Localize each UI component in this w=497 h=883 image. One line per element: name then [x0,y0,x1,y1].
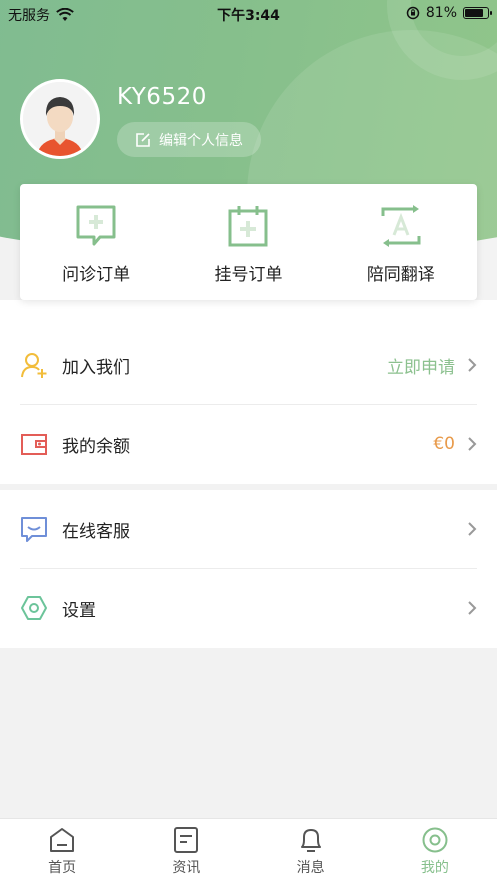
menu-item-join[interactable]: 加入我们 立即申请 [20,326,477,404]
tab-messages[interactable]: 消息 [249,819,373,883]
registration-order-icon [228,206,268,247]
avatar[interactable] [20,79,100,159]
tab-home[interactable]: 首页 [0,819,124,883]
translation-icon [381,205,421,247]
edit-profile-label: 编辑个人信息 [159,132,243,149]
balance-value: €0 [433,434,455,454]
home-icon [50,828,75,852]
user-add-icon [20,351,48,379]
menu-section-1: 加入我们 立即申请 我的余额 €0 [0,330,497,484]
menu-section-2: 在线客服 设置 [0,490,497,648]
chevron-right-icon [468,601,477,615]
chevron-right-icon [468,358,477,372]
registration-order-button[interactable]: 挂号订单 [172,184,324,300]
service-card: 问诊订单 挂号订单 陪同翻译 [20,184,477,300]
avatar-illustration-icon [23,82,97,156]
menu-item-customer-service-label: 在线客服 [62,521,130,542]
orientation-lock-icon [406,6,420,20]
edit-profile-button[interactable]: 编辑个人信息 [117,122,261,157]
chat-icon [20,515,48,543]
join-apply-link[interactable]: 立即申请 [387,353,455,378]
settings-icon [20,594,48,622]
profile-icon [422,827,448,853]
consult-order-icon [76,205,116,246]
battery-percent: 81% [425,5,457,21]
consult-order-button[interactable]: 问诊订单 [20,184,172,300]
wallet-icon [20,430,48,458]
registration-order-label: 挂号订单 [214,265,283,285]
bell-icon [300,829,321,852]
translation-button[interactable]: 陪同翻译 [325,184,477,300]
battery-icon [463,7,492,19]
status-right-group: 81% [406,5,492,21]
menu-item-balance[interactable]: 我的余额 €0 [20,405,477,483]
username: KY6520 [117,84,207,110]
tab-bar: 首页 资讯 消息 我的 [0,818,497,883]
tab-news-label: 资讯 [172,860,201,876]
news-icon [174,827,199,853]
tab-profile[interactable]: 我的 [373,819,497,883]
status-bar: 无服务 下午3:44 81% [0,0,497,26]
tab-news[interactable]: 资讯 [124,819,248,883]
tab-profile-label: 我的 [420,860,449,876]
tab-home-label: 首页 [48,860,77,876]
consult-order-label: 问诊订单 [62,265,131,285]
menu-item-settings[interactable]: 设置 [20,569,477,647]
edit-icon [136,132,150,147]
menu-item-settings-label: 设置 [62,600,96,621]
battery-fill [465,9,483,17]
chevron-right-icon [468,437,477,451]
menu-item-balance-label: 我的余额 [62,436,130,457]
translation-label: 陪同翻译 [366,265,435,285]
tab-messages-label: 消息 [296,860,325,876]
menu-item-customer-service[interactable]: 在线客服 [20,490,477,568]
chevron-right-icon [468,522,477,536]
menu-item-join-label: 加入我们 [62,357,130,378]
